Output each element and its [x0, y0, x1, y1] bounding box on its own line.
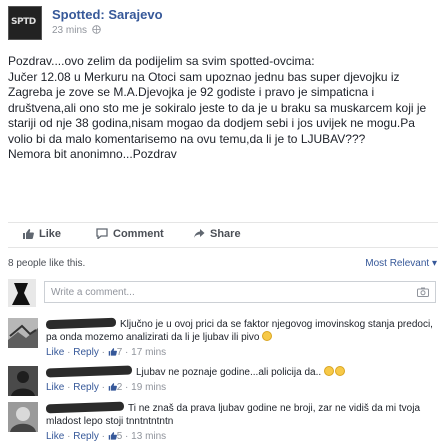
thumbs-up-icon — [108, 432, 117, 440]
comment-composer: Write a comment... — [8, 279, 438, 307]
post-time-text: 23 mins — [52, 25, 88, 36]
post-line: Nemora bit anonimno...Pozdrav — [8, 147, 177, 161]
comment-body: Ključno je u ovoj prici da se faktor nje… — [45, 317, 436, 359]
comment-body: Ti ne znaš da prava ljubav godine ne bro… — [45, 401, 436, 443]
chevron-down-icon: ▾ — [431, 258, 437, 269]
commenter-name-redacted[interactable] — [45, 401, 125, 414]
commenter-name-redacted[interactable] — [45, 365, 133, 378]
page-name-link[interactable]: Spotted: Sarajevo — [52, 7, 163, 22]
commenter-avatar[interactable] — [8, 366, 38, 396]
commenter-name-redacted[interactable] — [45, 317, 117, 330]
comment-button[interactable]: Comment — [96, 228, 164, 240]
sort-dropdown[interactable]: Most Relevant ▾ — [365, 258, 437, 269]
comment-likes-count: 7 — [116, 347, 123, 358]
commenter-avatar[interactable] — [8, 402, 38, 432]
comment-reply-link[interactable]: Reply — [73, 347, 99, 358]
comment-time[interactable]: 19 mins — [131, 382, 166, 393]
comment-reaction-count[interactable]: 7 — [108, 347, 123, 358]
commenter-avatar[interactable] — [8, 318, 38, 348]
user-avatar[interactable] — [8, 279, 36, 307]
comment-time[interactable]: 17 mins — [131, 347, 166, 358]
comment-body: Ljubav ne poznaje godine...ali policija … — [45, 365, 436, 394]
sort-label: Most Relevant — [365, 258, 430, 269]
comment-meta: Like · Reply · 7 · 17 mins — [46, 347, 167, 358]
page-logo-icon: SPTD — [11, 17, 36, 27]
comment-reaction-count[interactable]: 2 — [108, 382, 123, 393]
post-card: SPTD Spotted: Sarajevo 23 mins Pozdrav..… — [0, 0, 445, 446]
post-line: Pozdrav....ovo zelim da podijelim sa svi… — [8, 54, 315, 68]
comment-time[interactable]: 13 mins — [131, 431, 166, 442]
comment-like-link[interactable]: Like — [46, 347, 64, 358]
laughing-emoji-icon — [334, 366, 345, 376]
smile-emoji-icon — [262, 331, 273, 341]
comment-meta: Like · Reply · 2 · 19 mins — [46, 382, 167, 393]
post-body: Pozdrav....ovo zelim da podijelim sa svi… — [8, 54, 438, 163]
like-label: Like — [39, 228, 62, 240]
share-label: Share — [210, 228, 241, 240]
comment-likes-count: 2 — [116, 382, 123, 393]
comment-likes-count: 5 — [116, 431, 123, 442]
avatar-photo-icon — [8, 366, 38, 396]
avatar-photo-icon — [8, 318, 38, 348]
thumbs-up-icon — [108, 383, 117, 391]
comment-input-placeholder: Write a comment... — [51, 287, 135, 298]
comment-input[interactable]: Write a comment... — [44, 281, 436, 303]
post-timestamp[interactable]: 23 mins — [52, 25, 101, 36]
comment-bubble-icon — [96, 228, 108, 239]
post-line: Jučer 12.08 u Merkuru na Otoci sam upozn… — [8, 69, 427, 146]
laughing-emoji-icon — [323, 366, 334, 376]
comment-label: Comment — [113, 228, 164, 240]
thumbs-up-icon — [23, 229, 34, 239]
camera-icon[interactable] — [417, 287, 429, 297]
page-avatar[interactable]: SPTD — [8, 6, 42, 40]
likes-count-link[interactable]: 8 people — [8, 258, 46, 269]
comment-text: Ljubav ne poznaje godine...ali policija … — [136, 367, 322, 378]
globe-icon — [92, 25, 101, 34]
avatar-silhouette-icon — [8, 279, 36, 307]
thumbs-up-icon — [108, 348, 117, 356]
comment-meta: Like · Reply · 5 · 13 mins — [46, 431, 167, 442]
comment-reply-link[interactable]: Reply — [73, 431, 99, 442]
share-arrow-icon — [194, 229, 205, 238]
like-button[interactable]: Like — [22, 228, 61, 240]
likes-summary: 8 people like this. — [8, 258, 85, 269]
share-button[interactable]: Share — [193, 228, 241, 240]
comment-like-link[interactable]: Like — [46, 382, 64, 393]
avatar-photo-icon — [8, 402, 38, 432]
likes-suffix: like this. — [49, 258, 86, 269]
post-actions-bar: Like Comment Share — [8, 222, 438, 248]
comment-reaction-count[interactable]: 5 — [108, 431, 123, 442]
comment-like-link[interactable]: Like — [46, 431, 64, 442]
comment-reply-link[interactable]: Reply — [73, 382, 99, 393]
